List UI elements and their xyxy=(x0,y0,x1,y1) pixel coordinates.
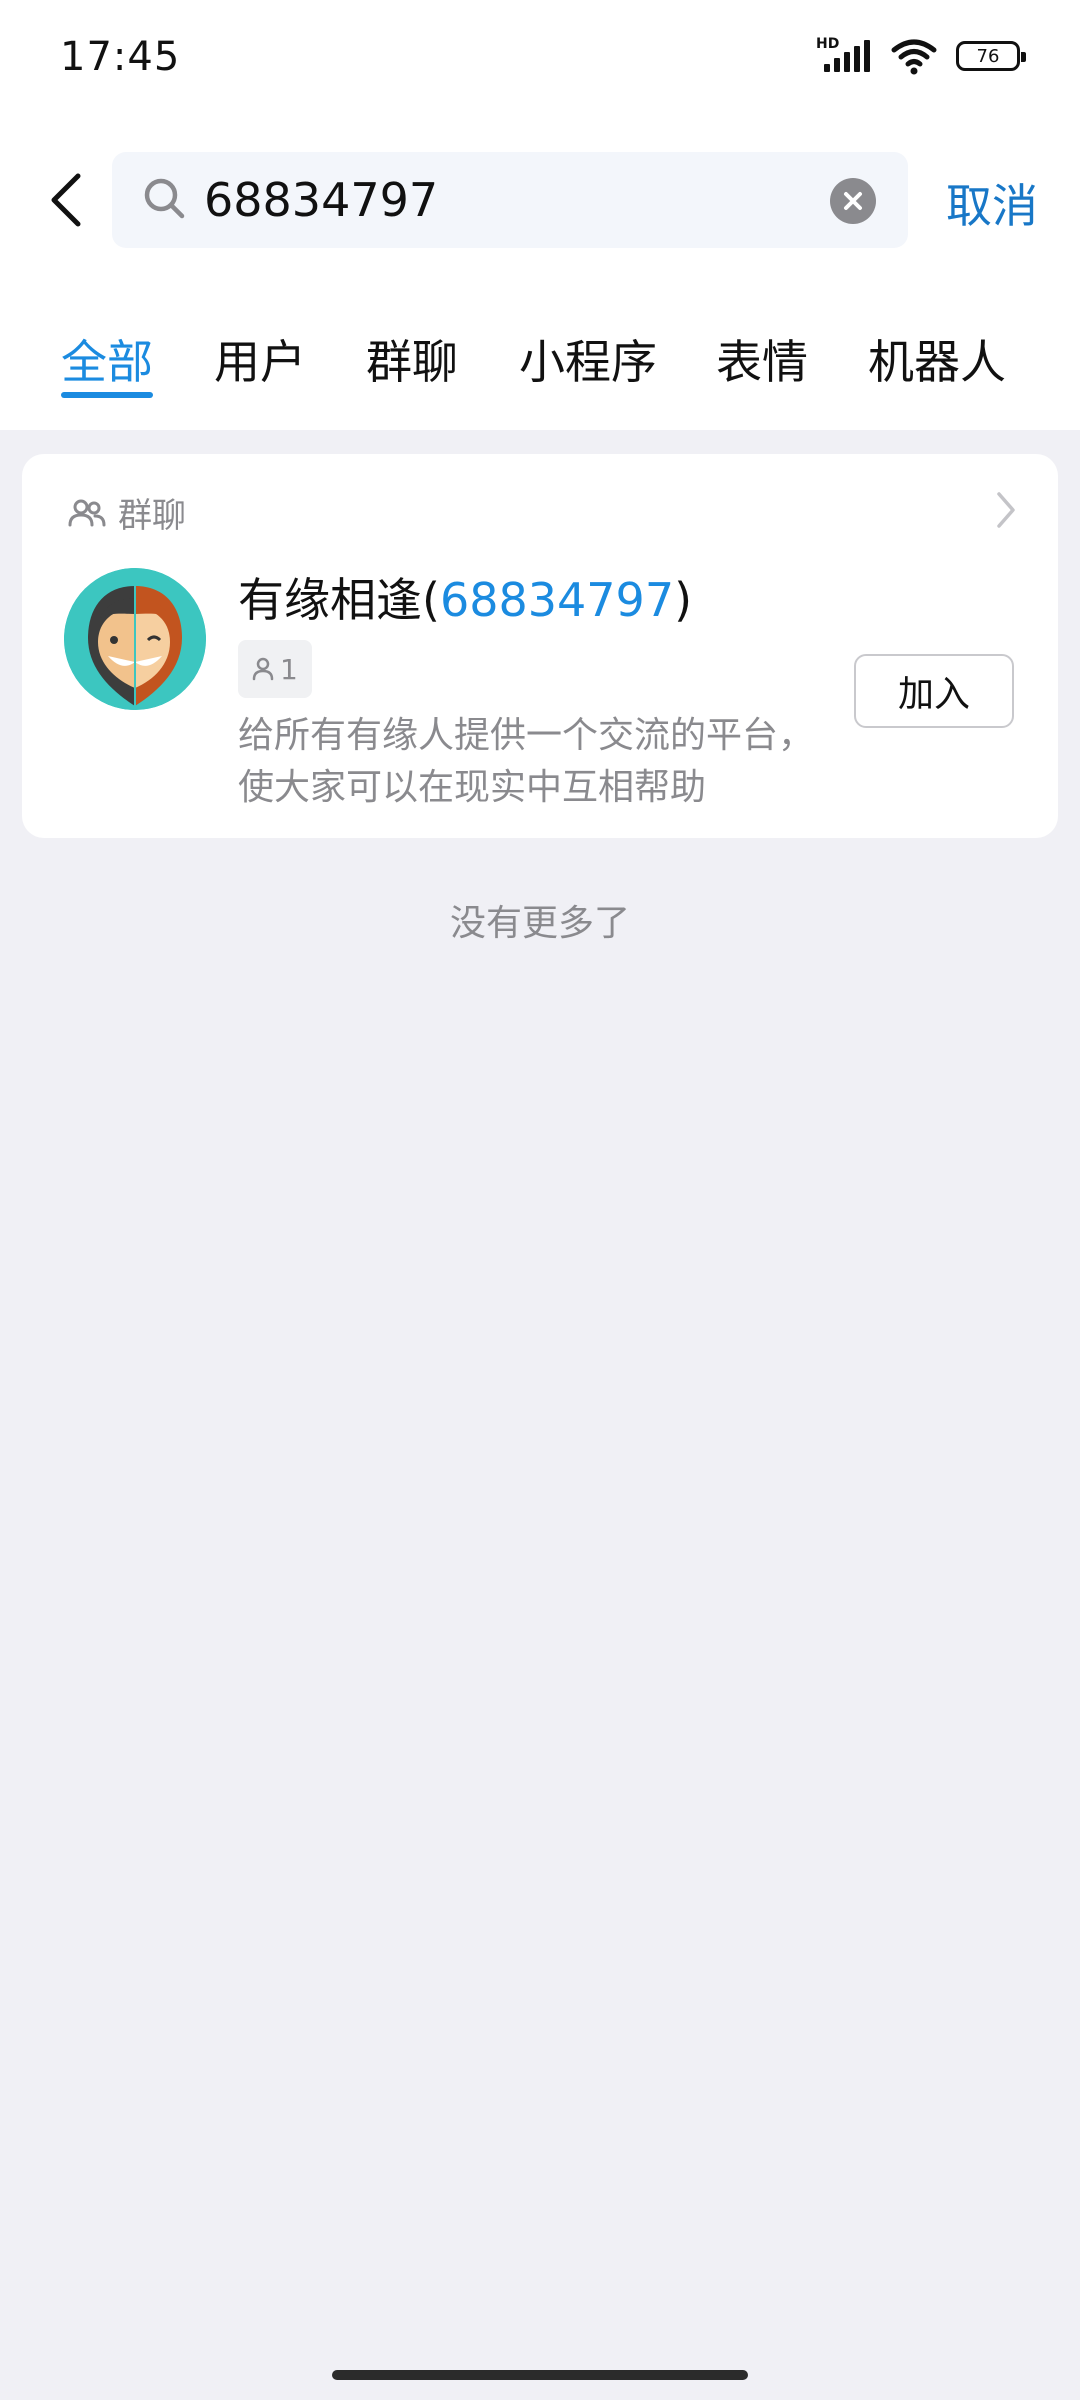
battery-icon: 76 xyxy=(956,41,1026,71)
chevron-right-icon[interactable] xyxy=(994,490,1018,530)
active-tab-indicator xyxy=(61,392,153,398)
group-avatar xyxy=(64,568,206,710)
search-input[interactable]: 68834797 xyxy=(204,170,438,230)
group-description: 给所有有缘人提供一个交流的平台，使大家可以在现实中互相帮助 xyxy=(238,715,815,808)
tab-label: 全部 xyxy=(61,335,153,389)
cancel-button[interactable]: 取消 xyxy=(946,170,1038,236)
chevron-left-icon xyxy=(51,173,81,227)
back-button[interactable] xyxy=(38,162,94,238)
tab-bots[interactable]: 机器人 xyxy=(868,326,1006,392)
tab-stickers[interactable]: 表情 xyxy=(716,326,808,392)
tab-label: 机器人 xyxy=(868,335,1006,389)
tab-label: 用户 xyxy=(214,335,306,389)
tab-label: 表情 xyxy=(716,335,808,389)
section-header: 群聊 xyxy=(68,488,186,537)
status-icons: HD 76 xyxy=(816,36,1026,76)
member-count: 1 xyxy=(280,652,298,686)
section-label: 群聊 xyxy=(118,496,186,536)
group-icon xyxy=(68,499,106,526)
clear-icon[interactable] xyxy=(830,178,876,224)
group-name-suffix: ) xyxy=(674,573,693,627)
category-tabs: 全部 用户 群聊 小程序 表情 机器人 xyxy=(0,326,1080,406)
no-more-results: 没有更多了 xyxy=(449,903,630,944)
member-count-badge: 1 xyxy=(238,640,312,698)
tab-label: 群聊 xyxy=(366,335,458,389)
tab-all[interactable]: 全部 xyxy=(61,326,153,398)
search-box[interactable]: 68834797 xyxy=(112,152,908,248)
wifi-icon xyxy=(891,39,937,75)
signal-icon: HD xyxy=(816,36,872,76)
status-time: 17:45 xyxy=(60,34,181,80)
tab-mini-programs[interactable]: 小程序 xyxy=(519,326,657,392)
group-name[interactable]: 有缘相逢(68834797) xyxy=(238,564,692,630)
close-icon xyxy=(844,192,862,210)
network-label: HD xyxy=(816,36,840,52)
couple-avatar-icon xyxy=(64,568,206,710)
group-id-highlight: 68834797 xyxy=(439,573,675,627)
search-icon xyxy=(144,178,185,219)
person-icon xyxy=(252,657,274,681)
tab-label: 小程序 xyxy=(519,335,657,389)
group-name-prefix: 有缘相逢( xyxy=(238,573,440,627)
join-button[interactable]: 加入 xyxy=(854,654,1014,728)
home-indicator[interactable] xyxy=(332,2370,748,2380)
battery-level: 76 xyxy=(976,45,1000,67)
tab-users[interactable]: 用户 xyxy=(214,326,306,392)
tab-group-chats[interactable]: 群聊 xyxy=(366,326,458,392)
group-result-card[interactable]: 群聊 有缘相逢(68834797) 1 给所有有缘人提供一个交流的平台，使大家可… xyxy=(22,454,1058,838)
